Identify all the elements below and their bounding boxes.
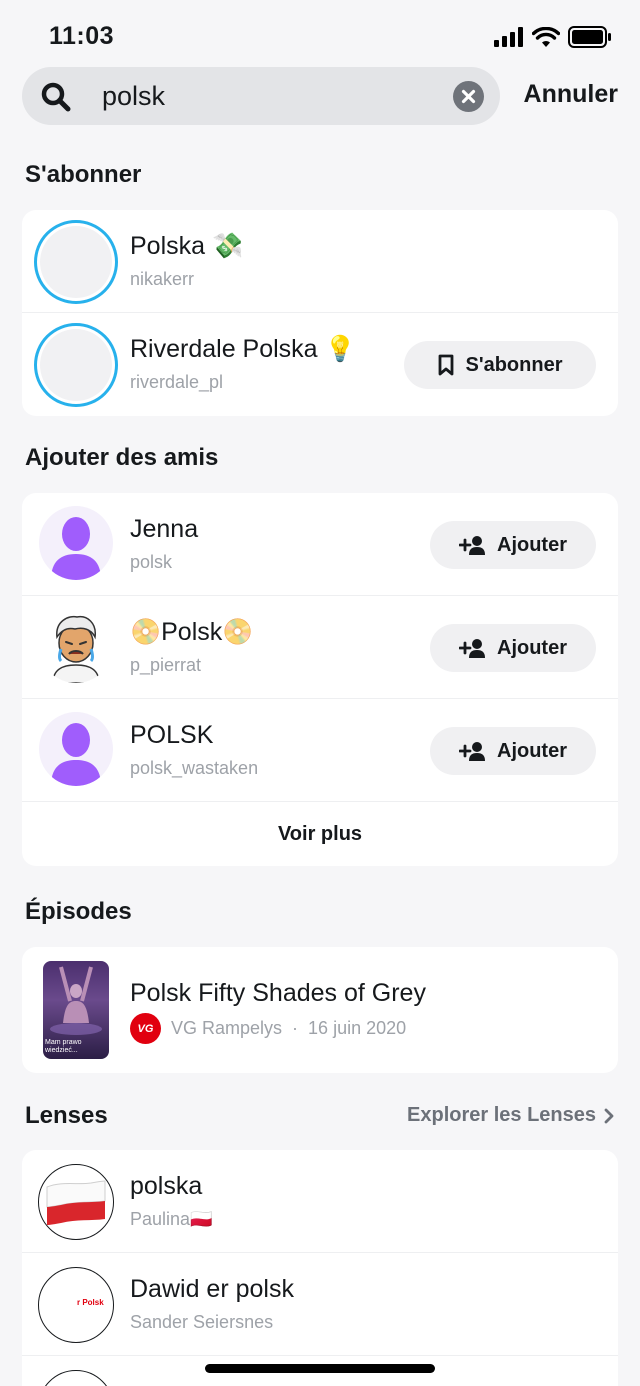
- bookmark-icon: [438, 354, 453, 376]
- subscribe-section-title: S'abonner: [25, 161, 142, 188]
- status-icons: [494, 26, 612, 48]
- add-friends-section-title: Ajouter des amis: [25, 444, 219, 471]
- friend-row[interactable]: Jenna polsk Ajouter: [22, 493, 618, 596]
- friend-username: polsk_wastaken: [130, 758, 259, 778]
- add-friend-button[interactable]: Ajouter: [430, 727, 596, 775]
- episode-publisher: VG Rampelys: [171, 1018, 283, 1038]
- episode-meta: VG VG Rampelys · 16 juin 2020: [130, 1013, 406, 1044]
- signal-icon: [494, 27, 523, 47]
- friend-row[interactable]: POLSK polsk_wastaken Ajouter: [22, 699, 618, 802]
- subscribe-button-label: S'abonner: [465, 353, 563, 376]
- lens-thumbnail[interactable]: r Polsk: [38, 1267, 114, 1343]
- friend-name: Jenna: [130, 515, 199, 543]
- lens-thumbnail-text: r Polsk: [77, 1298, 104, 1307]
- search-input[interactable]: [102, 77, 462, 115]
- friend-name: POLSK: [130, 721, 214, 749]
- episode-date: 16 juin 2020: [308, 1018, 407, 1038]
- lenses-card: polska Paulina🇵🇱 r Polsk Dawid er polsk …: [22, 1150, 618, 1386]
- episode-separator: ·: [292, 1018, 299, 1038]
- home-indicator: [205, 1364, 435, 1373]
- add-friend-icon: [459, 639, 485, 658]
- status-time: 11:03: [49, 22, 115, 50]
- story-avatar[interactable]: [34, 220, 118, 304]
- search-bar[interactable]: [22, 67, 500, 125]
- publisher-logo: VG: [130, 1013, 161, 1044]
- friend-row[interactable]: 📀Polsk📀 p_pierrat Ajouter: [22, 596, 618, 699]
- friend-username: polsk: [130, 552, 173, 572]
- episode-title: Polsk Fifty Shades of Grey: [130, 979, 426, 1007]
- friend-name: 📀Polsk📀: [130, 618, 254, 646]
- subscribe-row[interactable]: Riverdale Polska 💡 riverdale_pl S'abonne…: [22, 313, 618, 416]
- status-bar: 11:03: [0, 0, 640, 66]
- subscribe-row[interactable]: Polska 💸 nikakerr: [22, 210, 618, 313]
- subscribe-name: Riverdale Polska 💡: [130, 335, 356, 363]
- battery-icon: [568, 26, 611, 48]
- bitmoji-placeholder-avatar: [39, 712, 113, 786]
- add-friends-card: Jenna polsk Ajouter 📀Polsk📀 p_pierrat Aj…: [22, 493, 618, 866]
- explore-lenses-link[interactable]: Explorer les Lenses: [407, 1104, 614, 1127]
- add-friend-label: Ajouter: [497, 739, 567, 762]
- add-friend-icon: [459, 742, 485, 761]
- add-friend-button[interactable]: Ajouter: [430, 521, 596, 569]
- episode-thumbnail-caption: Mam prawo wiedzieć...: [45, 1039, 82, 1054]
- lens-row[interactable]: r Polsk Dawid er polsk Sander Seiersnes: [22, 1253, 618, 1356]
- lens-name: Dawid er polsk: [130, 1275, 294, 1303]
- bitmoji-placeholder-avatar: [39, 506, 113, 580]
- episodes-card: Mam prawo wiedzieć... Polsk Fifty Shades…: [22, 947, 618, 1073]
- lens-name: polska: [130, 1172, 203, 1200]
- add-friend-icon: [459, 536, 485, 555]
- lens-creator: Paulina🇵🇱: [130, 1209, 213, 1229]
- lenses-section-title: Lenses: [25, 1102, 108, 1129]
- lens-row[interactable]: polska Paulina🇵🇱: [22, 1150, 618, 1253]
- clear-search-icon[interactable]: [453, 81, 484, 112]
- friend-username: p_pierrat: [130, 655, 202, 675]
- add-friend-label: Ajouter: [497, 533, 567, 556]
- see-more-button[interactable]: Voir plus: [22, 802, 618, 866]
- lens-creator: Sander Seiersnes: [130, 1312, 274, 1332]
- wifi-icon: [532, 26, 560, 47]
- lens-thumbnail[interactable]: [38, 1370, 114, 1386]
- polish-flag-lens-icon[interactable]: [38, 1164, 114, 1240]
- cancel-button[interactable]: Annuler: [524, 80, 618, 109]
- episodes-section-title: Épisodes: [25, 898, 132, 925]
- explore-lenses-label: Explorer les Lenses: [407, 1104, 596, 1126]
- subscribe-card: Polska 💸 nikakerr Riverdale Polska 💡 riv…: [22, 210, 618, 416]
- story-avatar[interactable]: [34, 323, 118, 407]
- subscribe-username: nikakerr: [130, 269, 195, 289]
- add-friend-label: Ajouter: [497, 636, 567, 659]
- add-friend-button[interactable]: Ajouter: [430, 624, 596, 672]
- episode-row[interactable]: Mam prawo wiedzieć... Polsk Fifty Shades…: [22, 947, 618, 1073]
- episode-thumbnail[interactable]: Mam prawo wiedzieć...: [43, 961, 109, 1059]
- search-icon: [41, 82, 71, 112]
- subscribe-username: riverdale_pl: [130, 372, 224, 392]
- chevron-right-icon: [604, 1108, 614, 1123]
- bitmoji-avatar: [39, 609, 113, 683]
- subscribe-name: Polska 💸: [130, 232, 244, 260]
- subscribe-button[interactable]: S'abonner: [404, 341, 596, 389]
